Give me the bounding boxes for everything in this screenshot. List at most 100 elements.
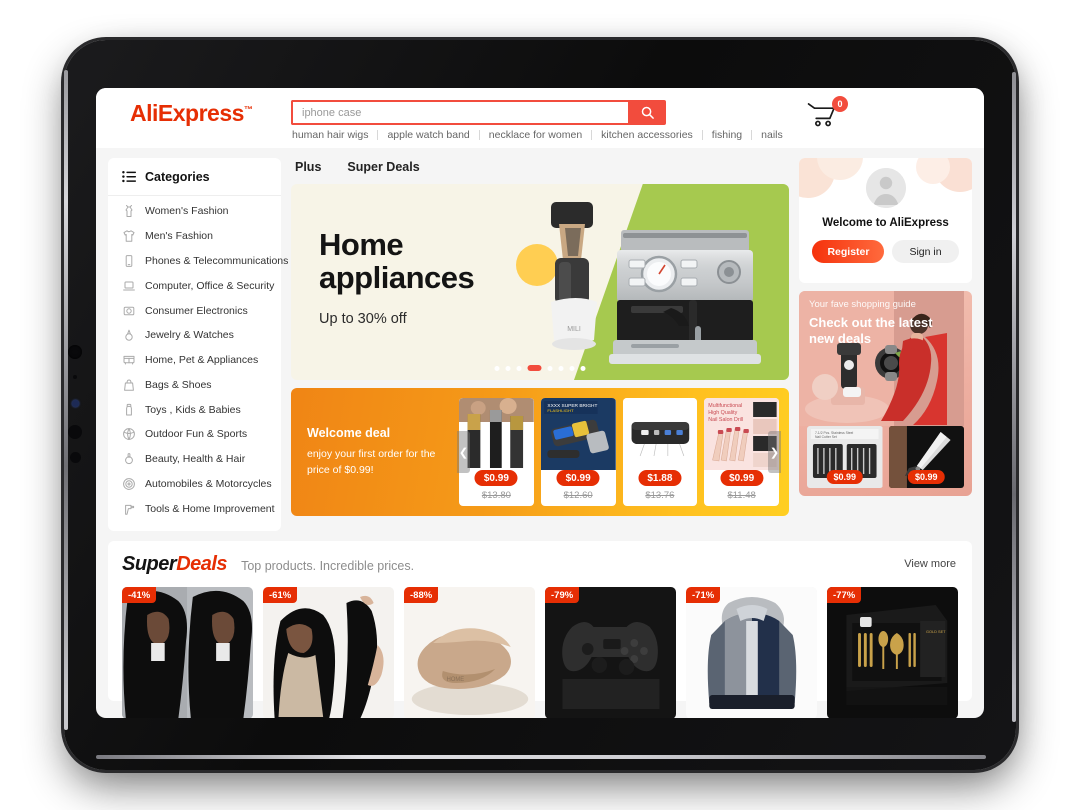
categories-header[interactable]: Categories <box>108 166 281 196</box>
tab-plus[interactable]: Plus <box>295 160 321 174</box>
account-welcome-title: Welcome to AliExpress <box>822 217 949 229</box>
hero-banner[interactable]: Home appliances Up to 30% off MILI <box>291 184 789 380</box>
avatar[interactable] <box>865 168 906 208</box>
sidebar-item-label: Automobiles & Motorcycles <box>145 477 272 490</box>
tab-super-deals[interactable]: Super Deals <box>347 160 419 174</box>
sidebar-item-label: Consumer Electronics <box>145 304 248 317</box>
right-rail: Welcome to AliExpress Register Sign in Y… <box>799 158 972 531</box>
carousel-dot[interactable] <box>505 365 511 371</box>
svg-text:MILI: MILI <box>567 326 581 333</box>
list-icon <box>122 171 136 183</box>
carousel-dot[interactable] <box>547 365 553 371</box>
shopping-guide-card[interactable]: Your fave shopping guide Check out the l… <box>799 291 972 496</box>
product-original-price: $13.76 <box>645 490 675 501</box>
welcome-deal-section: Welcome deal enjoy your first order for … <box>291 388 789 516</box>
welcome-deal-prev-button[interactable]: ❮ <box>457 431 470 473</box>
sidebar-item-label: Men's Fashion <box>145 230 213 243</box>
sidebar-item-bags-shoes[interactable]: Bags & Shoes <box>108 372 281 397</box>
svg-text:Nail Cutter Set: Nail Cutter Set <box>815 435 837 439</box>
hot-word-link[interactable]: kitchen accessories <box>592 129 702 141</box>
sidebar-item-beauty-health-hair[interactable]: Beauty, Health & Hair <box>108 447 281 472</box>
welcome-deal-product-card[interactable]: $1.88 $13.76 <box>622 398 698 506</box>
sidebar-item-label: Home, Pet & Appliances <box>145 354 259 367</box>
banner-title-line2: appliances <box>319 260 475 296</box>
product-original-price: $13.80 <box>481 490 511 501</box>
promo-tabs: Plus Super Deals <box>291 158 789 184</box>
sidebar-item-outdoor-fun-sports[interactable]: Outdoor Fun & Sports <box>108 422 281 447</box>
sidebar-item-phones-telecommunications[interactable]: Phones & Telecommunications <box>108 249 288 274</box>
sidebar-item-automobiles-motorcycles[interactable]: Automobiles & Motorcycles <box>108 472 281 497</box>
tablet-camera-lens <box>68 345 82 359</box>
register-button[interactable]: Register <box>812 240 885 263</box>
appliances-illustration: MILI <box>551 202 761 364</box>
product-image <box>622 398 698 470</box>
welcome-deal-product-card[interactable]: $0.99 $13.80 <box>459 398 534 506</box>
sidebar-item-computer-office-security[interactable]: Computer, Office & Security <box>108 273 281 298</box>
hot-word-link[interactable]: fishing <box>703 129 751 141</box>
ring-icon <box>125 329 133 341</box>
product-price: $0.99 <box>474 470 518 486</box>
guide-products: 7-1/2 Pcs. Stainless Steel Nail Cutter Se… <box>799 426 972 488</box>
discount-badge: -79% <box>545 587 580 603</box>
sidebar-item-label: Toys , Kids & Babies <box>145 403 241 416</box>
hot-word-link[interactable]: human hair wigs <box>292 129 377 141</box>
product-image <box>459 398 534 470</box>
sidebar-item-jewelry-watches[interactable]: Jewelry & Watches <box>108 323 281 348</box>
guide-product-card[interactable]: 7-1/2 Pcs. Stainless Steel Nail Cutter Se… <box>807 426 883 488</box>
product-image: XXXX SUPER BRIGHT FLASHLIGHT <box>540 398 616 470</box>
sidebar-item-label: Outdoor Fun & Sports <box>145 428 248 441</box>
sidebar-item-men-s-fashion[interactable]: Men's Fashion <box>108 224 281 249</box>
super-deal-card[interactable]: -61% <box>263 587 394 718</box>
aliexpress-logo[interactable]: AliExpress™ <box>130 100 253 127</box>
product-price: $0.99 <box>556 470 600 486</box>
tablet-indicator-light <box>72 400 79 407</box>
carousel-dot[interactable] <box>558 365 564 371</box>
sidebar-item-label: Phones & Telecommunications <box>145 254 289 267</box>
super-deal-card[interactable]: GOLD SET -77% <box>827 587 958 718</box>
bag-icon <box>124 379 134 391</box>
sidebar-item-women-s-fashion[interactable]: Women's Fashion <box>108 199 281 224</box>
svg-text:Multifunctional: Multifunctional <box>709 403 743 409</box>
svg-text:HOME: HOME <box>447 677 465 683</box>
sidebar-item-consumer-electronics[interactable]: Consumer Electronics <box>108 298 281 323</box>
banner-product-image: MILI <box>513 194 783 380</box>
hot-word-link[interactable]: apple watch band <box>378 129 478 141</box>
guide-product-card[interactable]: $0.99 <box>888 426 964 488</box>
discount-badge: -77% <box>827 587 862 603</box>
super-deal-card[interactable]: -79% <box>545 587 676 718</box>
banner-carousel-dots[interactable] <box>494 365 586 371</box>
super-deals-logo: SuperDeals <box>122 553 228 576</box>
super-deals-tagline: Top products. Incredible prices. <box>241 559 415 573</box>
signin-button[interactable]: Sign in <box>892 240 959 263</box>
categories-title: Categories <box>145 170 210 184</box>
hot-word-link[interactable]: nails <box>752 129 792 141</box>
carousel-dot-active[interactable] <box>527 365 542 371</box>
search-icon <box>641 106 654 119</box>
super-deal-card[interactable]: -71% <box>686 587 817 718</box>
carousel-dot[interactable] <box>580 365 586 371</box>
view-more-link[interactable]: View more <box>904 558 956 570</box>
guide-kicker: Your fave shopping guide <box>809 299 916 310</box>
carousel-dot[interactable] <box>569 365 575 371</box>
welcome-deal-product-card[interactable]: XXXX SUPER BRIGHT FLASHLIGHT $0.99 $12.60 <box>540 398 616 506</box>
shopping-cart-button[interactable]: 0 <box>806 96 848 134</box>
guide-hero: Your fave shopping guide Check out the l… <box>799 291 972 426</box>
search-input[interactable] <box>291 100 628 125</box>
product-original-price: $12.60 <box>563 490 593 501</box>
sidebar-item-toys-kids-babies[interactable]: Toys , Kids & Babies <box>108 397 281 422</box>
hot-word-link[interactable]: necklace for women <box>480 129 591 141</box>
welcome-deal-next-button[interactable]: ❯ <box>768 431 781 473</box>
banner-subtitle: Up to 30% off <box>319 310 407 327</box>
super-deal-card[interactable]: -41% <box>122 587 253 718</box>
carousel-dot[interactable] <box>516 365 522 371</box>
sidebar-item-home-pet-appliances[interactable]: Home, Pet & Appliances <box>108 348 281 373</box>
logo-text: AliExpress <box>130 100 244 126</box>
welcome-deal-description: enjoy your first order for the price of … <box>307 448 436 476</box>
super-deal-card[interactable]: HOME -88% <box>404 587 535 718</box>
search-button[interactable] <box>628 100 666 125</box>
tablet-speaker-hole <box>68 425 82 439</box>
carousel-dot[interactable] <box>494 365 500 371</box>
welcome-deal-title: Welcome deal <box>307 426 391 441</box>
sidebar-item-tools-home-improvement[interactable]: Tools & Home Improvement <box>108 496 281 521</box>
sidebar-item-label: Beauty, Health & Hair <box>145 453 246 466</box>
